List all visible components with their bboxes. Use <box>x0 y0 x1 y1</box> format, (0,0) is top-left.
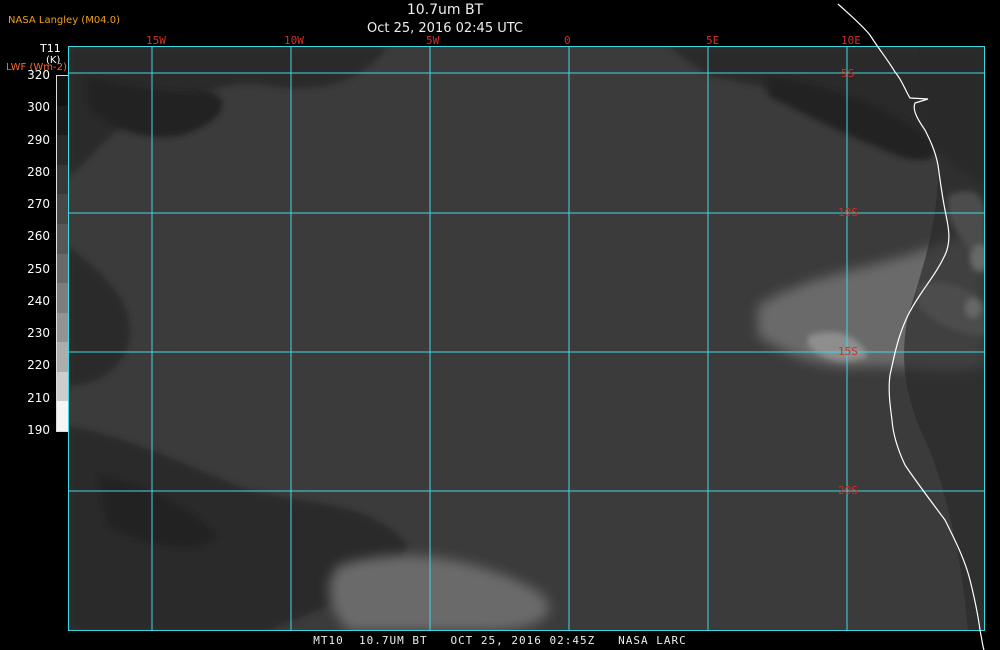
scale-tick-label: 250 <box>27 261 50 276</box>
lat-label-15s: 15S <box>838 345 858 358</box>
lon-label-10w: 10W <box>284 34 304 47</box>
map-subtitle: Oct 25, 2016 02:45 UTC <box>367 21 523 36</box>
scale-tick-label: 210 <box>27 390 50 405</box>
scale-tick-label: 220 <box>27 358 50 373</box>
scale-tick-label: 280 <box>27 164 50 179</box>
scale-tick-label: 300 <box>27 100 50 115</box>
satellite-image <box>68 46 985 631</box>
footer-caption: MT10 10.7UM BT OCT 25, 2016 02:45Z NASA … <box>313 634 687 647</box>
legend-variable: T11 <box>40 42 61 55</box>
scale-tick-label: 190 <box>27 423 50 437</box>
scale-tick-label: 290 <box>27 132 50 147</box>
scale-tick-label: 270 <box>27 197 50 212</box>
lon-label-15w: 15W <box>146 34 166 47</box>
lat-label-5s: 5S <box>841 67 855 80</box>
lon-label-10e: 10E <box>841 34 861 47</box>
lon-label-0: 0 <box>564 34 571 47</box>
map-title: 10.7um BT <box>406 2 484 18</box>
lat-label-20s: 20S <box>838 484 858 497</box>
scale-tick-label: 320 <box>27 68 50 82</box>
scale-tick-label: 260 <box>27 229 50 244</box>
lon-label-5e: 5E <box>706 34 720 47</box>
scale-tick-label: 230 <box>27 326 50 341</box>
scale-tick-label: 240 <box>27 293 50 308</box>
lon-label-5w: 5W <box>426 34 440 47</box>
lat-label-10s: 10S <box>838 206 858 219</box>
